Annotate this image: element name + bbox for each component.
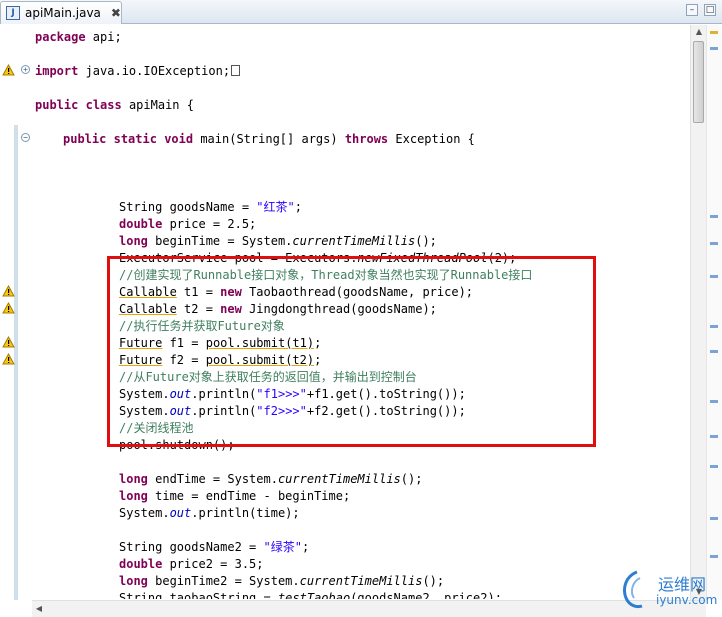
code-line: public static void main(String[] args) t… [63, 132, 475, 146]
code-line: Callable t1 = new Taobaothread(goodsName… [119, 285, 474, 299]
code-line: import java.io.IOException; [35, 63, 241, 80]
overview-marker[interactable] [710, 465, 718, 468]
overview-warning-marker[interactable] [710, 31, 718, 34]
minimize-button[interactable]: – [686, 4, 698, 16]
code-line: String goodsName2 = "绿茶"; [119, 540, 310, 554]
java-file-icon: J [6, 6, 20, 20]
overview-marker[interactable] [710, 517, 718, 520]
maximize-button[interactable]: □ [704, 4, 716, 16]
warning-icon[interactable] [2, 64, 15, 76]
code-comment: //创建实现了Runnable接口对象，Thread对象当然也实现了Runnab… [119, 268, 533, 282]
code-editor[interactable]: + − package api; import java.io.IOExcept… [0, 25, 722, 617]
overview-marker[interactable] [710, 350, 718, 353]
code-line: String goodsName = "红茶"; [119, 200, 302, 214]
code-comment: //关闭线程池 [119, 421, 194, 435]
warning-icon[interactable] [2, 302, 15, 314]
horizontal-scrollbar[interactable]: ◀ [32, 600, 706, 617]
code-line: package api; [35, 30, 122, 44]
code-line: String taobaoString = testTaobao(goodsNa… [119, 591, 502, 599]
code-line: long endTime = System.currentTimeMillis(… [119, 472, 423, 486]
code-line: System.out.println("f2>>>"+f2.get().toSt… [119, 404, 466, 418]
watermark-logo: 运维网 iyunv.com [620, 568, 720, 614]
tab-title: apiMain.java [25, 6, 101, 20]
code-line: System.out.println(time); [119, 506, 300, 520]
tab-apimain-java[interactable]: J apiMain.java ✖ [0, 1, 122, 24]
collapse-fold-icon[interactable]: − [21, 133, 30, 142]
code-comment: //执行任务并获取Future对象 [119, 319, 285, 333]
code-line: pool.shutdown(); [119, 438, 235, 452]
watermark-url: iyunv.com [656, 593, 718, 607]
code-line: long time = endTime - beginTime; [119, 489, 351, 503]
overview-marker[interactable] [710, 325, 718, 328]
code-line: double price = 2.5; [119, 217, 257, 231]
overview-marker[interactable] [710, 435, 718, 438]
watermark-title: 运维网 [658, 575, 707, 594]
code-comment: //从Future对象上获取任务的返回值，并输出到控制台 [119, 370, 417, 384]
folded-imports-marker[interactable] [231, 65, 241, 76]
code-line: Future f2 = pool.submit(t2); [119, 353, 322, 367]
overview-marker[interactable] [710, 215, 718, 218]
warning-icon[interactable] [2, 353, 15, 365]
vertical-scrollbar[interactable]: ▲ ▼ [690, 25, 706, 600]
close-icon[interactable]: ✖ [111, 6, 121, 20]
overview-marker[interactable] [710, 47, 718, 50]
code-line: Future f1 = pool.submit(t1); [119, 336, 322, 350]
overview-marker[interactable] [710, 275, 718, 278]
warning-icon[interactable] [2, 285, 15, 297]
overview-ruler[interactable] [706, 25, 722, 600]
scroll-left-icon[interactable]: ◀ [34, 604, 44, 613]
code-line: Callable t2 = new Jingdongthread(goodsNa… [119, 302, 437, 316]
overview-marker[interactable] [710, 400, 718, 403]
code-line: long beginTime2 = System.currentTimeMill… [119, 574, 445, 588]
warning-icon[interactable] [2, 336, 15, 348]
overview-marker[interactable] [710, 242, 718, 245]
scrollbar-thumb[interactable] [693, 41, 704, 123]
code-line: long beginTime = System.currentTimeMilli… [119, 234, 437, 248]
code-line: ExecutorService pool = Executors.newFixe… [119, 251, 517, 265]
code-line: System.out.println("f1>>>"+f1.get().toSt… [119, 387, 466, 401]
editor-tab-bar: J apiMain.java ✖ – □ [0, 0, 722, 24]
logo-swirl-icon [622, 570, 643, 609]
expand-fold-icon[interactable]: + [21, 65, 30, 74]
scroll-up-icon[interactable]: ▲ [691, 27, 707, 36]
folding-ruler [18, 25, 32, 600]
code-line: public class apiMain { [35, 98, 194, 112]
overview-marker[interactable] [710, 555, 718, 558]
code-line: double price2 = 3.5; [119, 557, 264, 571]
